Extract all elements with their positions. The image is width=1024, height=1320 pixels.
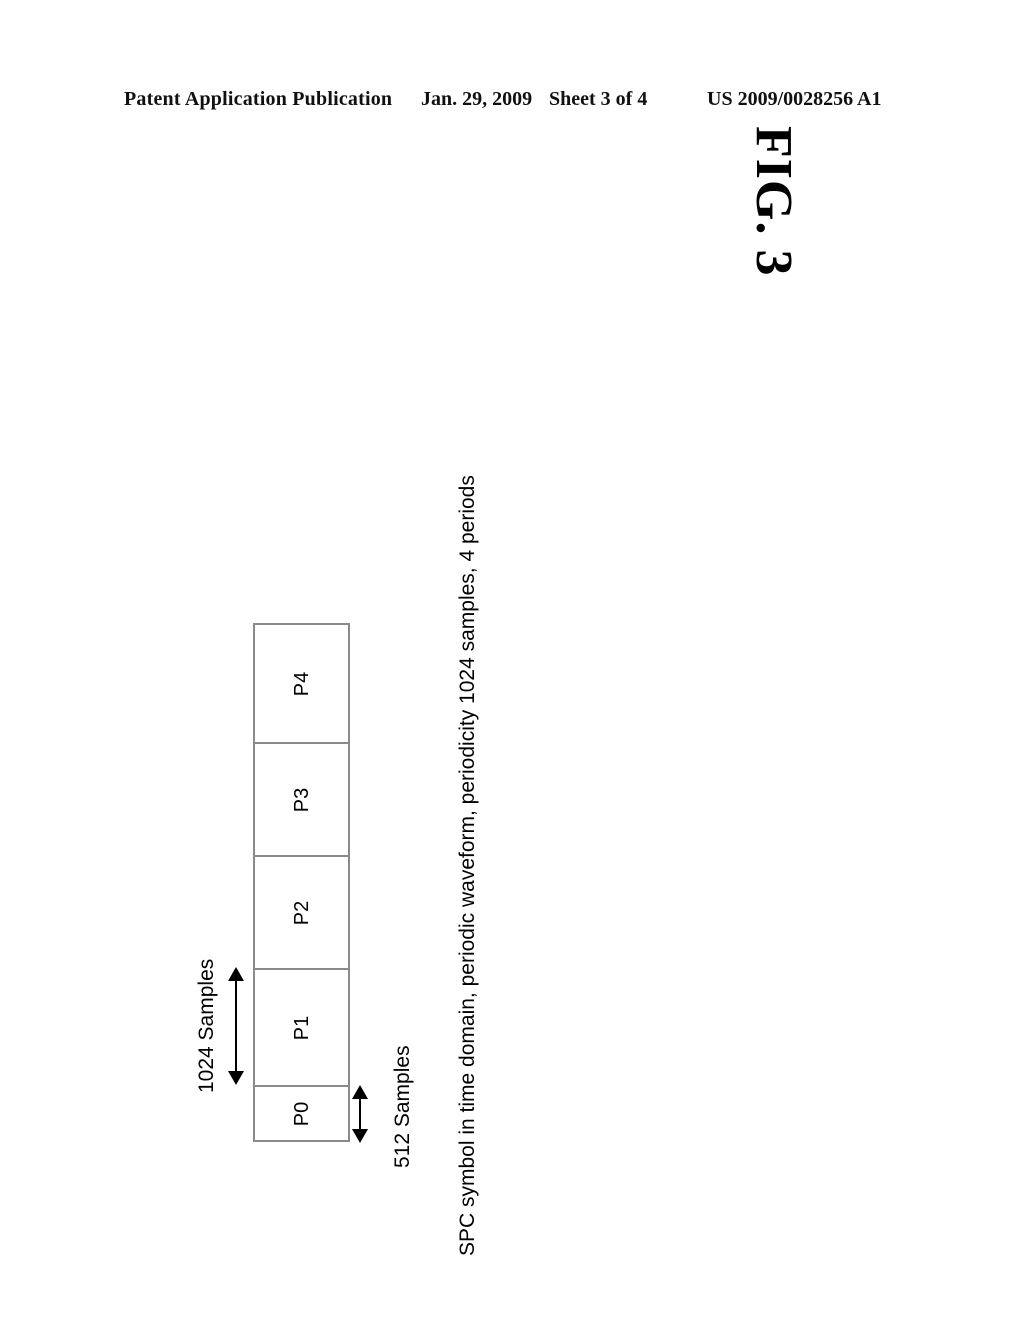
dimension-label-1024-samples: 1024 Samples bbox=[195, 958, 218, 1093]
period-block: P2 bbox=[253, 855, 350, 968]
period-block-label: P2 bbox=[290, 900, 313, 925]
period-block-label: P3 bbox=[290, 787, 313, 812]
dimension-arrow-1024-samples bbox=[228, 967, 244, 1085]
period-block-label: P0 bbox=[290, 1101, 313, 1126]
period-block: P4 bbox=[253, 623, 350, 742]
arrow-head-down-icon bbox=[352, 1129, 368, 1143]
arrow-head-down-icon bbox=[228, 1071, 244, 1085]
period-block: P1 bbox=[253, 968, 350, 1085]
figure-diagram: P4 P3 P2 P1 P0 1024 Samples 512 Samples … bbox=[0, 0, 1024, 1320]
period-block: P0 bbox=[253, 1085, 350, 1142]
period-block-label: P1 bbox=[290, 1015, 313, 1040]
figure-caption: SPC symbol in time domain, periodic wave… bbox=[456, 475, 479, 1256]
arrow-shaft bbox=[235, 978, 237, 1074]
period-block: P3 bbox=[253, 742, 350, 855]
arrow-shaft bbox=[359, 1096, 361, 1132]
period-block-stack: P4 P3 P2 P1 P0 bbox=[253, 623, 350, 1142]
period-block-label: P4 bbox=[290, 671, 313, 696]
dimension-label-512-samples: 512 Samples bbox=[391, 1045, 414, 1168]
dimension-arrow-512-samples bbox=[352, 1085, 368, 1143]
